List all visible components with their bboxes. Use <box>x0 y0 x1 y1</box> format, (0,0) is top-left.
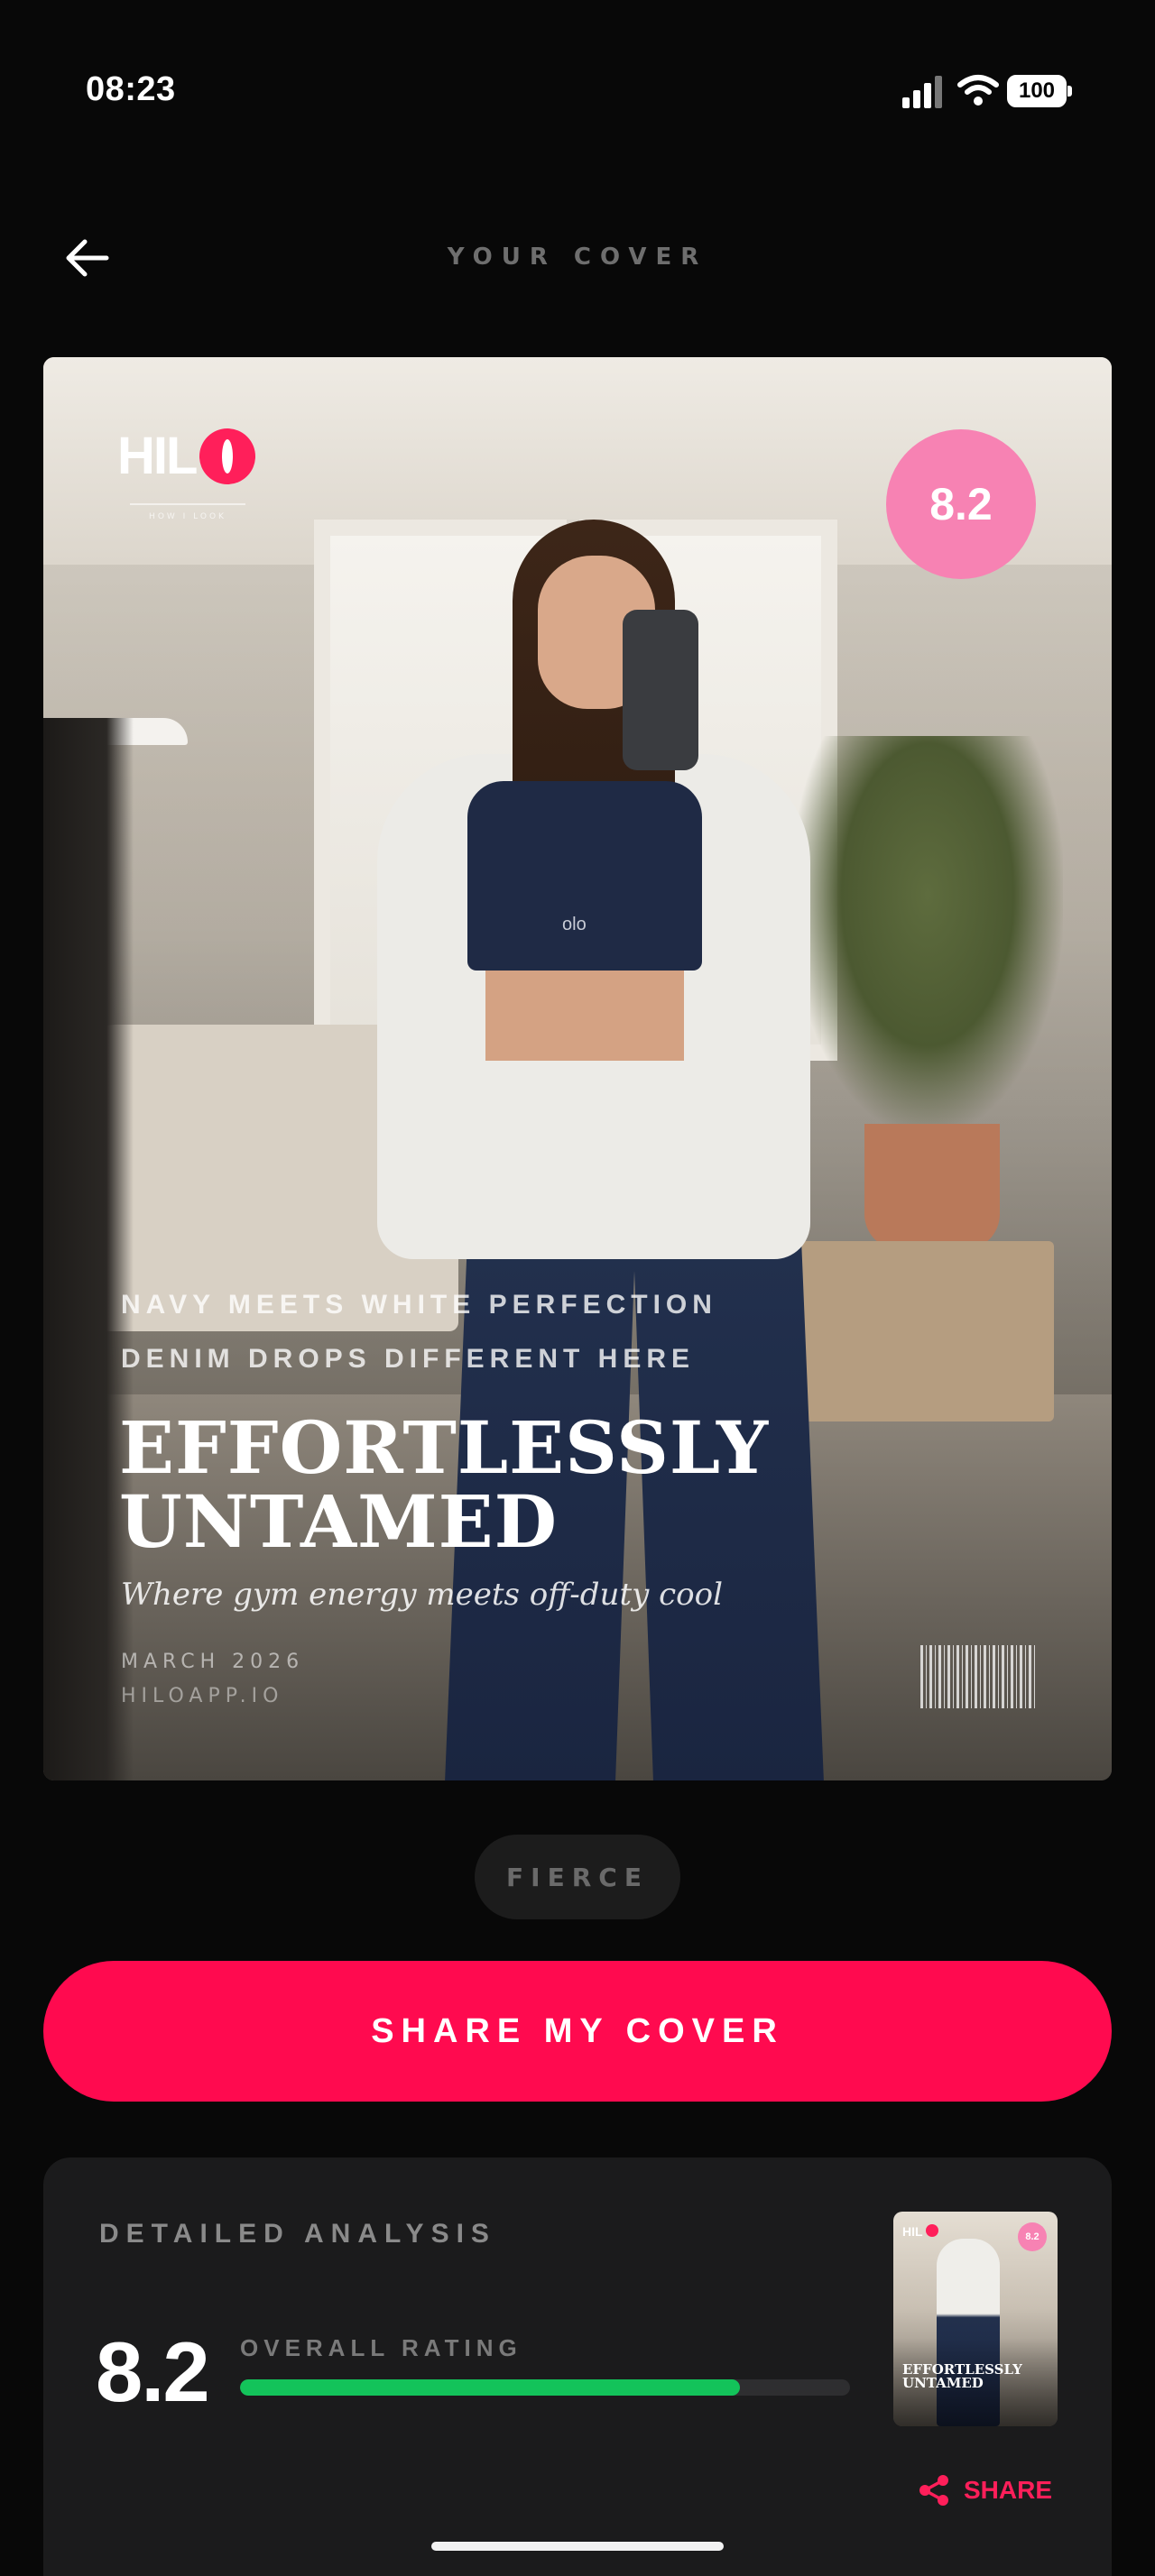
cover-plant <box>792 736 1063 1133</box>
signal-icon <box>902 74 944 108</box>
logo-divider <box>130 503 245 505</box>
status-time: 08:23 <box>86 70 176 108</box>
cover-kicker-1: NAVY MEETS WHITE PERFECTION <box>121 1290 717 1320</box>
wifi-icon <box>957 75 999 106</box>
share-icon <box>919 2475 948 2506</box>
cover-kicker-2: DENIM DROPS DIFFERENT HERE <box>121 1344 696 1374</box>
style-chip[interactable]: FIERCE <box>475 1835 680 1919</box>
cover-top-brand: olo <box>562 915 587 934</box>
thumb-logo: HIL <box>902 2224 923 2239</box>
analysis-title: DETAILED ANALYSIS <box>99 2219 496 2249</box>
thumb-score-badge: 8.2 <box>1018 2222 1047 2251</box>
rating-bar-fill <box>240 2379 741 2396</box>
logo-text: HIL <box>117 427 198 485</box>
share-link[interactable]: SHARE <box>917 2473 1052 2507</box>
score-badge: 8.2 <box>886 429 1036 579</box>
battery-icon: 100 <box>1007 75 1067 107</box>
cover-person-midriff <box>485 971 684 1061</box>
cover-headline: EFFORTLESSLY UNTAMED <box>119 1405 770 1564</box>
magazine-cover: olo HIL HOW I LOOK 8.2 NAVY MEETS WHITE … <box>43 357 1112 1780</box>
cover-mirror-edge <box>43 718 134 1780</box>
barcode-icon <box>920 1645 1038 1708</box>
rating-bar <box>240 2379 850 2396</box>
feather-icon <box>199 428 256 484</box>
cover-date: MARCH 2026 <box>121 1651 305 1673</box>
home-indicator[interactable] <box>431 2542 724 2551</box>
cover-site: HILOAPP.IO <box>121 1685 284 1707</box>
page-title: YOUR COVER <box>447 244 708 271</box>
thumb-feather-icon <box>926 2224 938 2237</box>
overall-rating-label: OVERALL RATING <box>240 2334 522 2361</box>
logo-tagline: HOW I LOOK <box>149 512 226 521</box>
overall-score: 8.2 <box>96 2324 210 2419</box>
thumb-headline: EFFORTLESSLY UNTAMED <box>902 2361 1022 2391</box>
battery-tip <box>1067 86 1072 97</box>
cover-thumbnail[interactable]: HIL 8.2 EFFORTLESSLY UNTAMED <box>893 2212 1058 2426</box>
cover-subhead: Where gym energy meets off-duty cool <box>121 1577 723 1613</box>
cover-person-phone <box>623 610 698 770</box>
share-cover-button[interactable]: SHARE MY COVER <box>43 1961 1112 2102</box>
cover-person-top <box>467 781 702 971</box>
share-label: SHARE <box>964 2476 1053 2504</box>
cover-plant-pot <box>864 1124 1000 1250</box>
hil-logo: HIL <box>117 426 256 486</box>
